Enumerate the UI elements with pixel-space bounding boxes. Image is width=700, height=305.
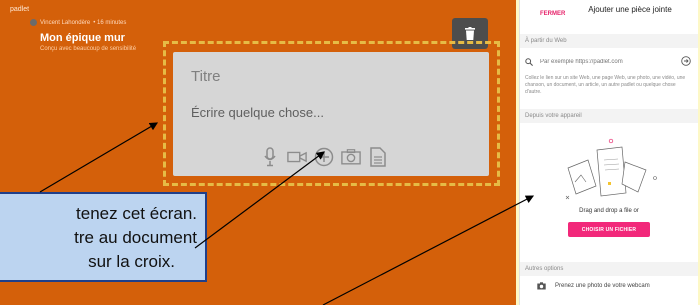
close-button[interactable]: FERMER <box>540 11 565 17</box>
board-subtitle: Conçu avec beaucoup de sensibilité <box>40 46 137 52</box>
document-button[interactable] <box>368 146 388 168</box>
search-icon <box>525 58 533 66</box>
file-upload-illustration <box>565 138 657 200</box>
author-avatar <box>30 19 37 26</box>
panel-title: Ajouter une pièce jointe <box>588 5 672 14</box>
post-composer-card: Titre Écrire quelque chose... <box>173 52 489 176</box>
microphone-icon <box>264 147 276 167</box>
webcam-option-label: Prenez une photo de votre webcam <box>555 283 650 289</box>
microphone-button[interactable] <box>260 146 280 168</box>
author-line: Vincent Lahondère • 16 minutes <box>30 19 126 26</box>
choose-file-button[interactable]: CHOISIR UN FICHIER <box>568 222 650 237</box>
post-toolbar <box>260 146 388 168</box>
callout-line-2: tre au document <box>74 228 197 247</box>
post-body-input[interactable]: Écrire quelque chose... <box>191 105 324 120</box>
time-ago: • 16 minutes <box>93 19 127 26</box>
plus-circle-icon <box>314 147 334 167</box>
section-other: Autres options <box>520 262 698 276</box>
webcam-option[interactable]: Prenez une photo de votre webcam <box>537 282 650 290</box>
video-button[interactable] <box>287 146 307 168</box>
video-camera-icon <box>287 151 307 163</box>
url-row <box>525 56 693 68</box>
instruction-callout: tenez cet écran. tre au document sur la … <box>0 192 207 282</box>
camera-button[interactable] <box>341 146 361 168</box>
camera-icon <box>537 282 546 290</box>
section-device: Depuis votre appareil <box>520 109 698 123</box>
camera-icon <box>341 149 361 165</box>
board-title: Mon épique mur <box>40 32 125 44</box>
panel-header: FERMER Ajouter une pièce jointe <box>520 0 698 30</box>
callout-line-1: tenez cet écran. <box>76 204 197 223</box>
document-icon <box>370 147 386 167</box>
attachment-panel: FERMER Ajouter une pièce jointe À partir… <box>519 0 698 305</box>
author-name: Vincent Lahondère <box>40 19 91 26</box>
drag-drop-text: Drag and drop a file or <box>579 208 639 214</box>
arrow-right-circle-icon[interactable] <box>681 56 691 66</box>
url-input[interactable] <box>540 59 670 65</box>
trash-icon <box>465 27 475 40</box>
post-title-input[interactable]: Titre <box>191 68 220 85</box>
callout-line-3: sur la croix. <box>88 252 175 271</box>
app-label: padlet <box>10 6 30 13</box>
section-web: À partir du Web <box>520 34 698 48</box>
url-help-text: Collez le lien sur un site Web, une page… <box>525 75 686 95</box>
add-attachment-button[interactable] <box>314 146 334 168</box>
